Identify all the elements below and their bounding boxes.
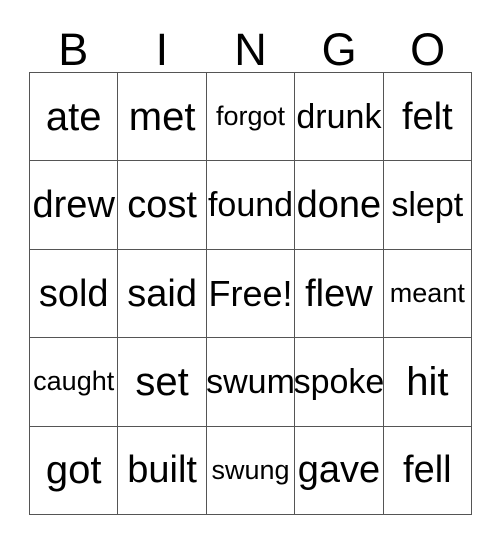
bingo-header-letter-o: O	[410, 24, 446, 75]
bingo-cell[interactable]: set	[118, 338, 207, 427]
bingo-cell-label: gave	[297, 449, 381, 492]
bingo-cell-free-space[interactable]: Free!	[206, 249, 296, 339]
bingo-cell-label: done	[296, 184, 382, 227]
bingo-cell-label: hit	[406, 359, 449, 404]
bingo-row: ate met forgot drunk felt	[30, 73, 473, 162]
bingo-cell[interactable]: swum	[206, 338, 296, 427]
bingo-cell[interactable]: fell	[383, 426, 473, 516]
bingo-cell-label: met	[128, 94, 196, 139]
bingo-cell-label: meant	[389, 278, 465, 309]
bingo-cell[interactable]: meant	[383, 249, 473, 339]
bingo-cell-label: cost	[127, 184, 197, 227]
bingo-card: B I N G O ate met forgot drunk felt drew…	[0, 0, 500, 544]
bingo-cell[interactable]: got	[30, 426, 119, 516]
bingo-cell-label: Free!	[208, 272, 293, 314]
bingo-grid: ate met forgot drunk felt drew cost foun…	[29, 72, 473, 516]
bingo-cell[interactable]: gave	[295, 426, 384, 516]
bingo-header-letter-i: I	[155, 24, 169, 75]
bingo-cell-label: ate	[45, 94, 102, 139]
bingo-cell[interactable]: hit	[383, 338, 473, 427]
bingo-cell[interactable]: drunk	[295, 73, 384, 162]
bingo-cell[interactable]: said	[118, 249, 207, 339]
bingo-cell[interactable]: flew	[295, 249, 384, 339]
bingo-header-letter-n: N	[234, 24, 267, 75]
bingo-cell[interactable]: ate	[30, 73, 119, 162]
bingo-cell-label: slept	[391, 186, 464, 225]
bingo-cell[interactable]: swung	[206, 426, 296, 516]
bingo-row: drew cost found done slept	[30, 161, 473, 250]
bingo-cell-label: fell	[403, 449, 452, 492]
bingo-cell[interactable]: cost	[118, 161, 207, 250]
bingo-cell[interactable]: forgot	[206, 73, 296, 162]
bingo-cell-label: felt	[401, 95, 453, 138]
bingo-cell-label: flew	[305, 272, 373, 315]
bingo-cell-label: got	[45, 448, 102, 493]
bingo-cell[interactable]: drew	[30, 161, 119, 250]
bingo-cell[interactable]: found	[206, 161, 296, 250]
bingo-header-letter-g: G	[321, 24, 357, 75]
bingo-row: got built swung gave fell	[30, 426, 473, 516]
bingo-header-row: B I N G O	[29, 18, 472, 72]
bingo-header-letter-b: B	[58, 24, 89, 75]
bingo-cell[interactable]: sold	[30, 249, 119, 339]
bingo-cell[interactable]: slept	[383, 161, 473, 250]
bingo-cell-label: found	[207, 186, 294, 225]
bingo-cell-label: drunk	[296, 97, 382, 136]
bingo-cell[interactable]: met	[118, 73, 207, 162]
bingo-row: sold said Free! flew meant	[30, 249, 473, 339]
bingo-cell-label: set	[135, 359, 189, 404]
bingo-cell-label: caught	[33, 366, 115, 397]
bingo-cell-label: swum	[206, 362, 295, 401]
bingo-cell[interactable]: caught	[30, 338, 119, 427]
bingo-row: caught set swum spoke hit	[30, 338, 473, 427]
bingo-cell-label: drew	[32, 184, 115, 227]
bingo-cell[interactable]: done	[295, 161, 384, 250]
bingo-cell[interactable]: built	[118, 426, 207, 516]
bingo-cell[interactable]: spoke	[295, 338, 384, 427]
bingo-cell-label: built	[127, 449, 197, 492]
bingo-cell[interactable]: felt	[383, 73, 473, 162]
bingo-cell-label: spoke	[295, 362, 384, 401]
bingo-cell-label: swung	[211, 454, 290, 485]
bingo-cell-label: forgot	[215, 101, 286, 132]
bingo-cell-label: said	[127, 272, 197, 315]
bingo-cell-label: sold	[38, 272, 109, 315]
